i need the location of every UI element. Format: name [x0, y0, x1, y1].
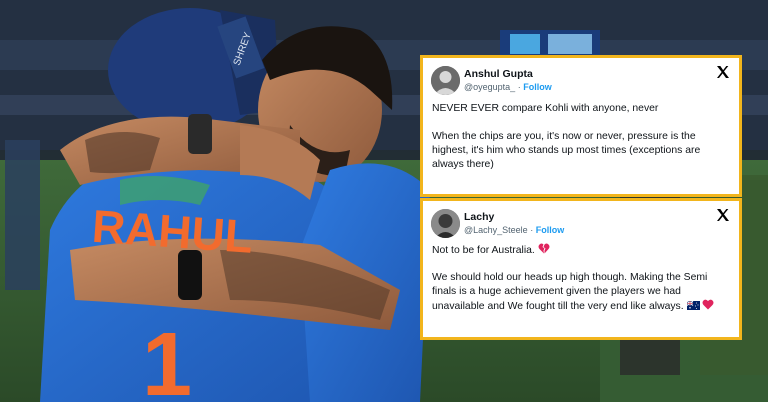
x-logo-icon[interactable] [715, 64, 731, 80]
tweet-text-line1: Not to be for Australia. [432, 243, 729, 258]
tweet-text: We should hold our heads up high though.… [432, 272, 708, 312]
tweet-card-anshul[interactable]: Anshul Gupta @oyegupta_ · Follow NEVER E… [420, 55, 742, 197]
x-logo-icon[interactable] [715, 207, 731, 223]
tweet-text: Not to be for Australia. [432, 245, 535, 256]
author-meta: @Lachy_Steele · Follow [464, 225, 564, 235]
follow-button[interactable]: Follow [536, 225, 565, 235]
australia-flag-icon [686, 301, 700, 310]
separator-dot: · [530, 225, 534, 235]
jersey-number: 1 [142, 315, 192, 402]
author-handle[interactable]: @oyegupta_ [464, 82, 515, 92]
tweet-text-paragraph2: When the chips are you, it's now or neve… [432, 131, 701, 170]
avatar[interactable] [431, 66, 460, 95]
broken-heart-icon [538, 243, 550, 254]
red-heart-icon [702, 299, 714, 310]
follow-button[interactable]: Follow [523, 82, 552, 92]
tweet-card-lachy[interactable]: Lachy @Lachy_Steele · Follow Not to be f… [420, 198, 742, 340]
author-handle[interactable]: @Lachy_Steele [464, 225, 528, 235]
avatar[interactable] [431, 209, 460, 238]
tweet-text-line1: NEVER EVER compare Kohli with anyone, ne… [432, 103, 659, 114]
tweet-text-paragraph2: We should hold our heads up high though.… [432, 271, 729, 314]
author-meta: @oyegupta_ · Follow [464, 82, 552, 92]
separator-dot: · [517, 82, 521, 92]
author-name[interactable]: Anshul Gupta [464, 68, 533, 80]
author-name[interactable]: Lachy [464, 211, 494, 223]
